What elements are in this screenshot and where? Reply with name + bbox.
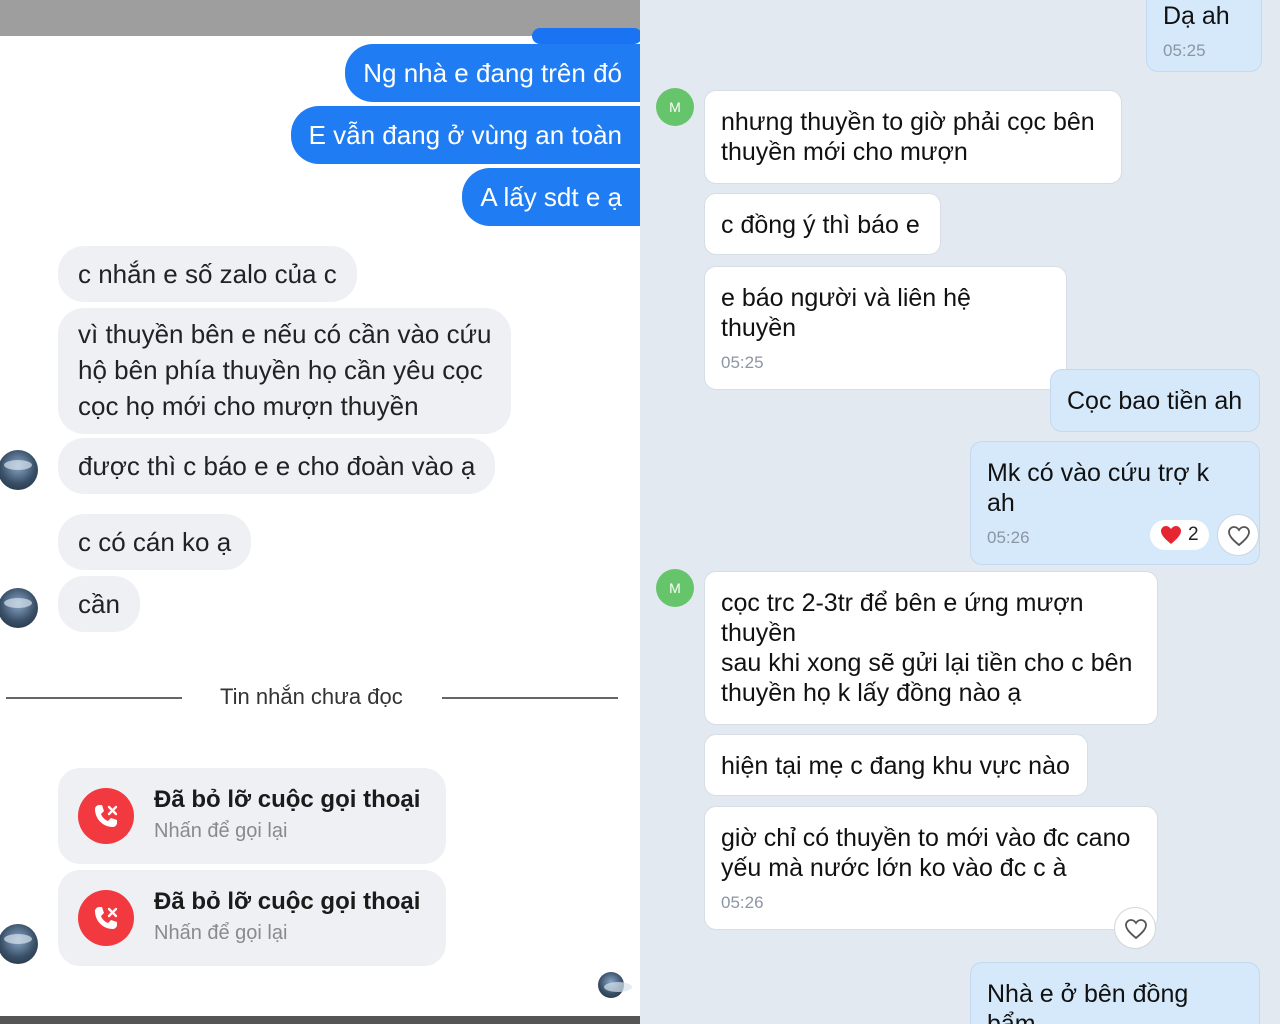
message-line: thuyền mới cho mượn bbox=[721, 138, 968, 166]
missed-call-card[interactable]: Đã bỏ lỡ cuộc gọi thoại Nhấn để gọi lại bbox=[58, 768, 446, 864]
divider-line bbox=[6, 697, 182, 699]
incoming-message[interactable]: nhưng thuyền to giờ phải cọc bên thuyền … bbox=[704, 90, 1122, 184]
incoming-message[interactable]: được thì c báo e e cho đoàn vào ạ bbox=[58, 438, 496, 494]
message-line: thuyền họ k lấy đồng nào ạ bbox=[721, 679, 1022, 707]
zalo-panel: Dạ ah 05:25 M nhưng thuyền to giờ phải c… bbox=[640, 0, 1280, 1024]
message-text: Mk có vào cứu trợ k ah bbox=[987, 459, 1210, 517]
reaction-count: 2 bbox=[1188, 524, 1199, 545]
call-subtitle: Nhấn để gọi lại bbox=[154, 922, 288, 944]
message-line: thuyền bbox=[721, 619, 797, 647]
bottom-bar bbox=[0, 1016, 640, 1024]
contact-avatar[interactable]: M bbox=[656, 88, 694, 126]
divider-line bbox=[442, 697, 618, 699]
previous-message-edge bbox=[532, 28, 640, 44]
message-line: sau khi xong sẽ gửi lại tiền cho c bên bbox=[721, 649, 1133, 677]
message-time: 05:25 bbox=[1163, 41, 1206, 60]
heart-outline-icon bbox=[1228, 526, 1250, 547]
message-line: hộ bên phía thuyền họ cần yêu cọc bbox=[78, 355, 483, 385]
message-time: 05:26 bbox=[721, 893, 764, 912]
contact-avatar[interactable]: M bbox=[656, 569, 694, 607]
message-line: yếu mà nước lớn ko vào đc c à bbox=[721, 854, 1067, 882]
missed-call-icon bbox=[78, 788, 134, 844]
message-line: vì thuyền bên e nếu có cần vào cứu bbox=[78, 319, 492, 349]
call-title: Đã bỏ lỡ cuộc gọi thoại bbox=[154, 888, 421, 915]
avatar[interactable] bbox=[0, 924, 38, 964]
message-line: cọc họ mới cho mượn thuyền bbox=[78, 391, 419, 421]
message-line: giờ chỉ có thuyền to mới vào đc cano bbox=[721, 824, 1131, 852]
outgoing-message[interactable]: Dạ ah 05:25 bbox=[1146, 0, 1262, 72]
unread-divider-label: Tin nhắn chưa đọc bbox=[220, 684, 403, 709]
react-heart-button[interactable] bbox=[1217, 514, 1259, 556]
messenger-panel: Ng nhà e đang trên đó E vẫn đang ở vùng … bbox=[0, 0, 640, 1024]
outgoing-message[interactable]: Mk có vào cứu trợ k ah 05:26 bbox=[970, 441, 1260, 565]
seen-avatar bbox=[598, 972, 632, 998]
message-line: nhưng thuyền to giờ phải cọc bên bbox=[721, 108, 1095, 136]
call-subtitle: Nhấn để gọi lại bbox=[154, 820, 288, 842]
outgoing-message[interactable]: Nhà e ở bên đồng bẩm bbox=[970, 962, 1260, 1024]
heart-reaction-icon bbox=[1161, 526, 1181, 544]
message-line: cọc trc 2-3tr để bên e ứng mượn bbox=[721, 589, 1084, 617]
incoming-message[interactable]: hiện tại mẹ c đang khu vực nào bbox=[704, 734, 1088, 796]
missed-call-card[interactable]: Đã bỏ lỡ cuộc gọi thoại Nhấn để gọi lại bbox=[58, 870, 446, 966]
incoming-message[interactable]: c có cán ko ạ bbox=[58, 514, 252, 570]
avatar[interactable] bbox=[0, 450, 38, 490]
heart-outline-icon bbox=[1125, 919, 1147, 940]
message-time: 05:25 bbox=[721, 353, 764, 372]
message-text: Dạ ah bbox=[1163, 2, 1230, 30]
outgoing-message[interactable]: A lấy sdt e ạ bbox=[462, 168, 640, 226]
avatar[interactable] bbox=[0, 588, 38, 628]
incoming-message[interactable]: vì thuyền bên e nếu có cần vào cứu hộ bê… bbox=[58, 308, 512, 434]
call-title: Đã bỏ lỡ cuộc gọi thoại bbox=[154, 786, 421, 813]
react-heart-button[interactable] bbox=[1114, 907, 1156, 949]
outgoing-message[interactable]: E vẫn đang ở vùng an toàn bbox=[290, 106, 640, 164]
incoming-message[interactable]: cần bbox=[58, 576, 140, 632]
incoming-message[interactable]: c đồng ý thì báo e bbox=[704, 193, 941, 255]
incoming-message[interactable]: c nhắn e số zalo của c bbox=[58, 246, 357, 302]
missed-call-icon bbox=[78, 890, 134, 946]
incoming-message[interactable]: e báo người và liên hệ thuyền 05:25 bbox=[704, 266, 1067, 390]
reaction-summary[interactable]: 2 bbox=[1150, 520, 1209, 550]
outgoing-message[interactable]: Ng nhà e đang trên đó bbox=[345, 44, 640, 102]
outgoing-message[interactable]: Cọc bao tiền ah bbox=[1050, 369, 1260, 432]
incoming-message[interactable]: cọc trc 2-3tr để bên e ứng mượn thuyền s… bbox=[704, 571, 1158, 725]
incoming-message[interactable]: giờ chỉ có thuyền to mới vào đc cano yếu… bbox=[704, 806, 1158, 930]
message-text: e báo người và liên hệ thuyền bbox=[721, 284, 971, 342]
